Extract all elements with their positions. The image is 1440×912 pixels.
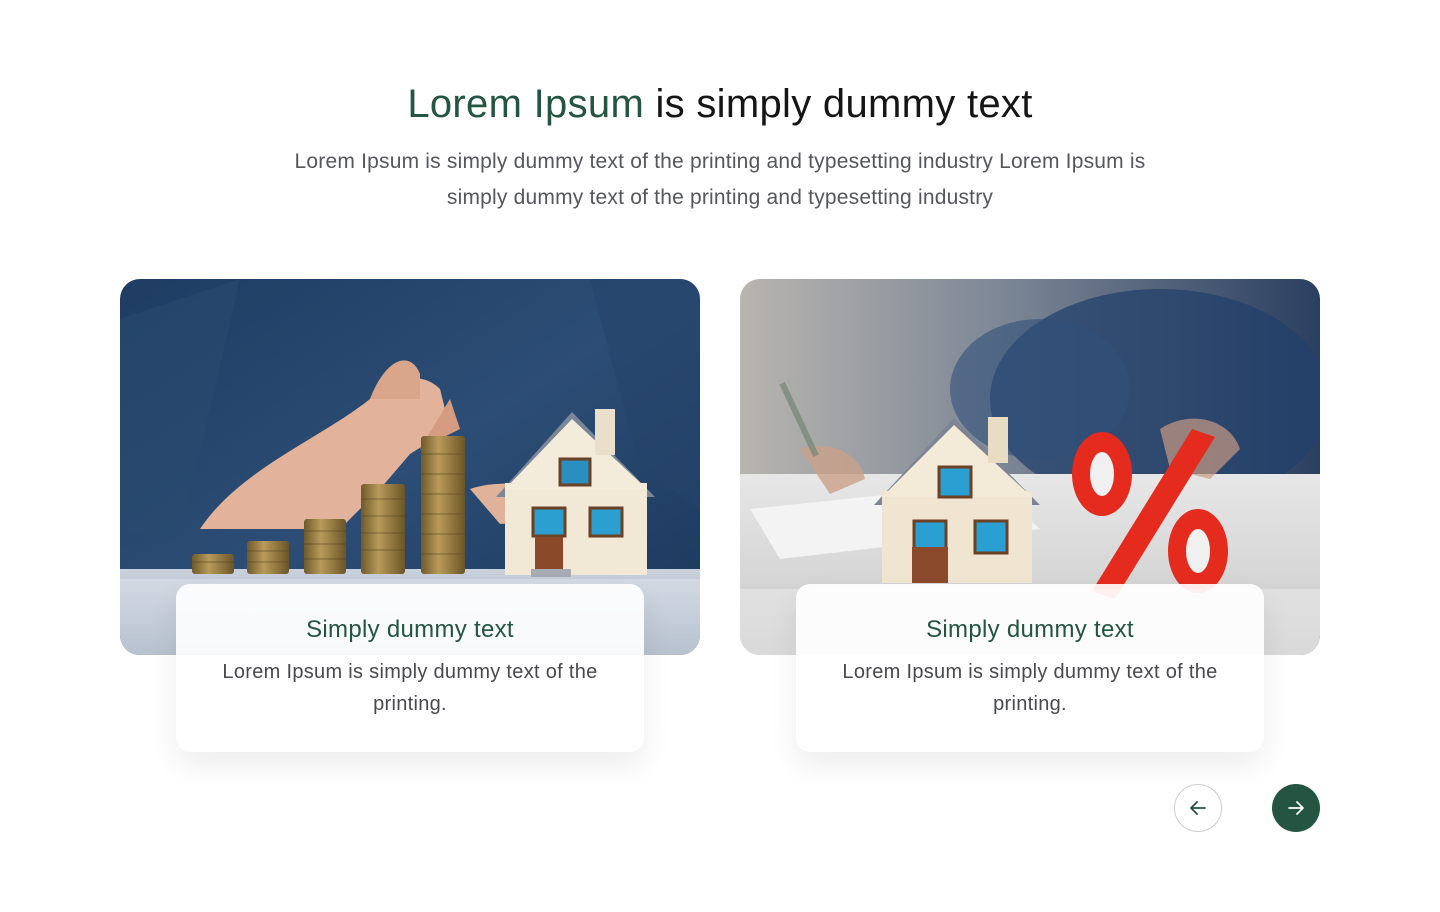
title-accent: Lorem Ipsum bbox=[407, 82, 645, 126]
card-text: Lorem Ipsum is simply dummy text of the … bbox=[842, 661, 1218, 715]
slider-card-2[interactable]: Simply dummy text Lorem Ipsum is simply … bbox=[740, 279, 1320, 759]
slider-prev-button[interactable] bbox=[1174, 784, 1222, 832]
card-info: Simply dummy text Lorem Ipsum is simply … bbox=[176, 584, 644, 752]
slider-card-1[interactable]: Simply dummy text Lorem Ipsum is simply … bbox=[120, 279, 700, 759]
arrow-right-icon bbox=[1288, 801, 1304, 815]
section-header: Lorem Ipsum is simply dummy text Lorem I… bbox=[0, 78, 1440, 216]
arrow-left-icon bbox=[1190, 801, 1206, 815]
section-title: Lorem Ipsum is simply dummy text bbox=[0, 78, 1440, 130]
card-title: Simply dummy text bbox=[306, 616, 514, 643]
card-info: Simply dummy text Lorem Ipsum is simply … bbox=[796, 584, 1264, 752]
section-subtitle: Lorem Ipsum is simply dummy text of the … bbox=[294, 150, 1146, 209]
title-rest: is simply dummy text bbox=[644, 82, 1033, 126]
slider-next-button[interactable] bbox=[1272, 784, 1320, 832]
card-text: Lorem Ipsum is simply dummy text of the … bbox=[222, 661, 598, 715]
card-title: Simply dummy text bbox=[926, 616, 1134, 643]
